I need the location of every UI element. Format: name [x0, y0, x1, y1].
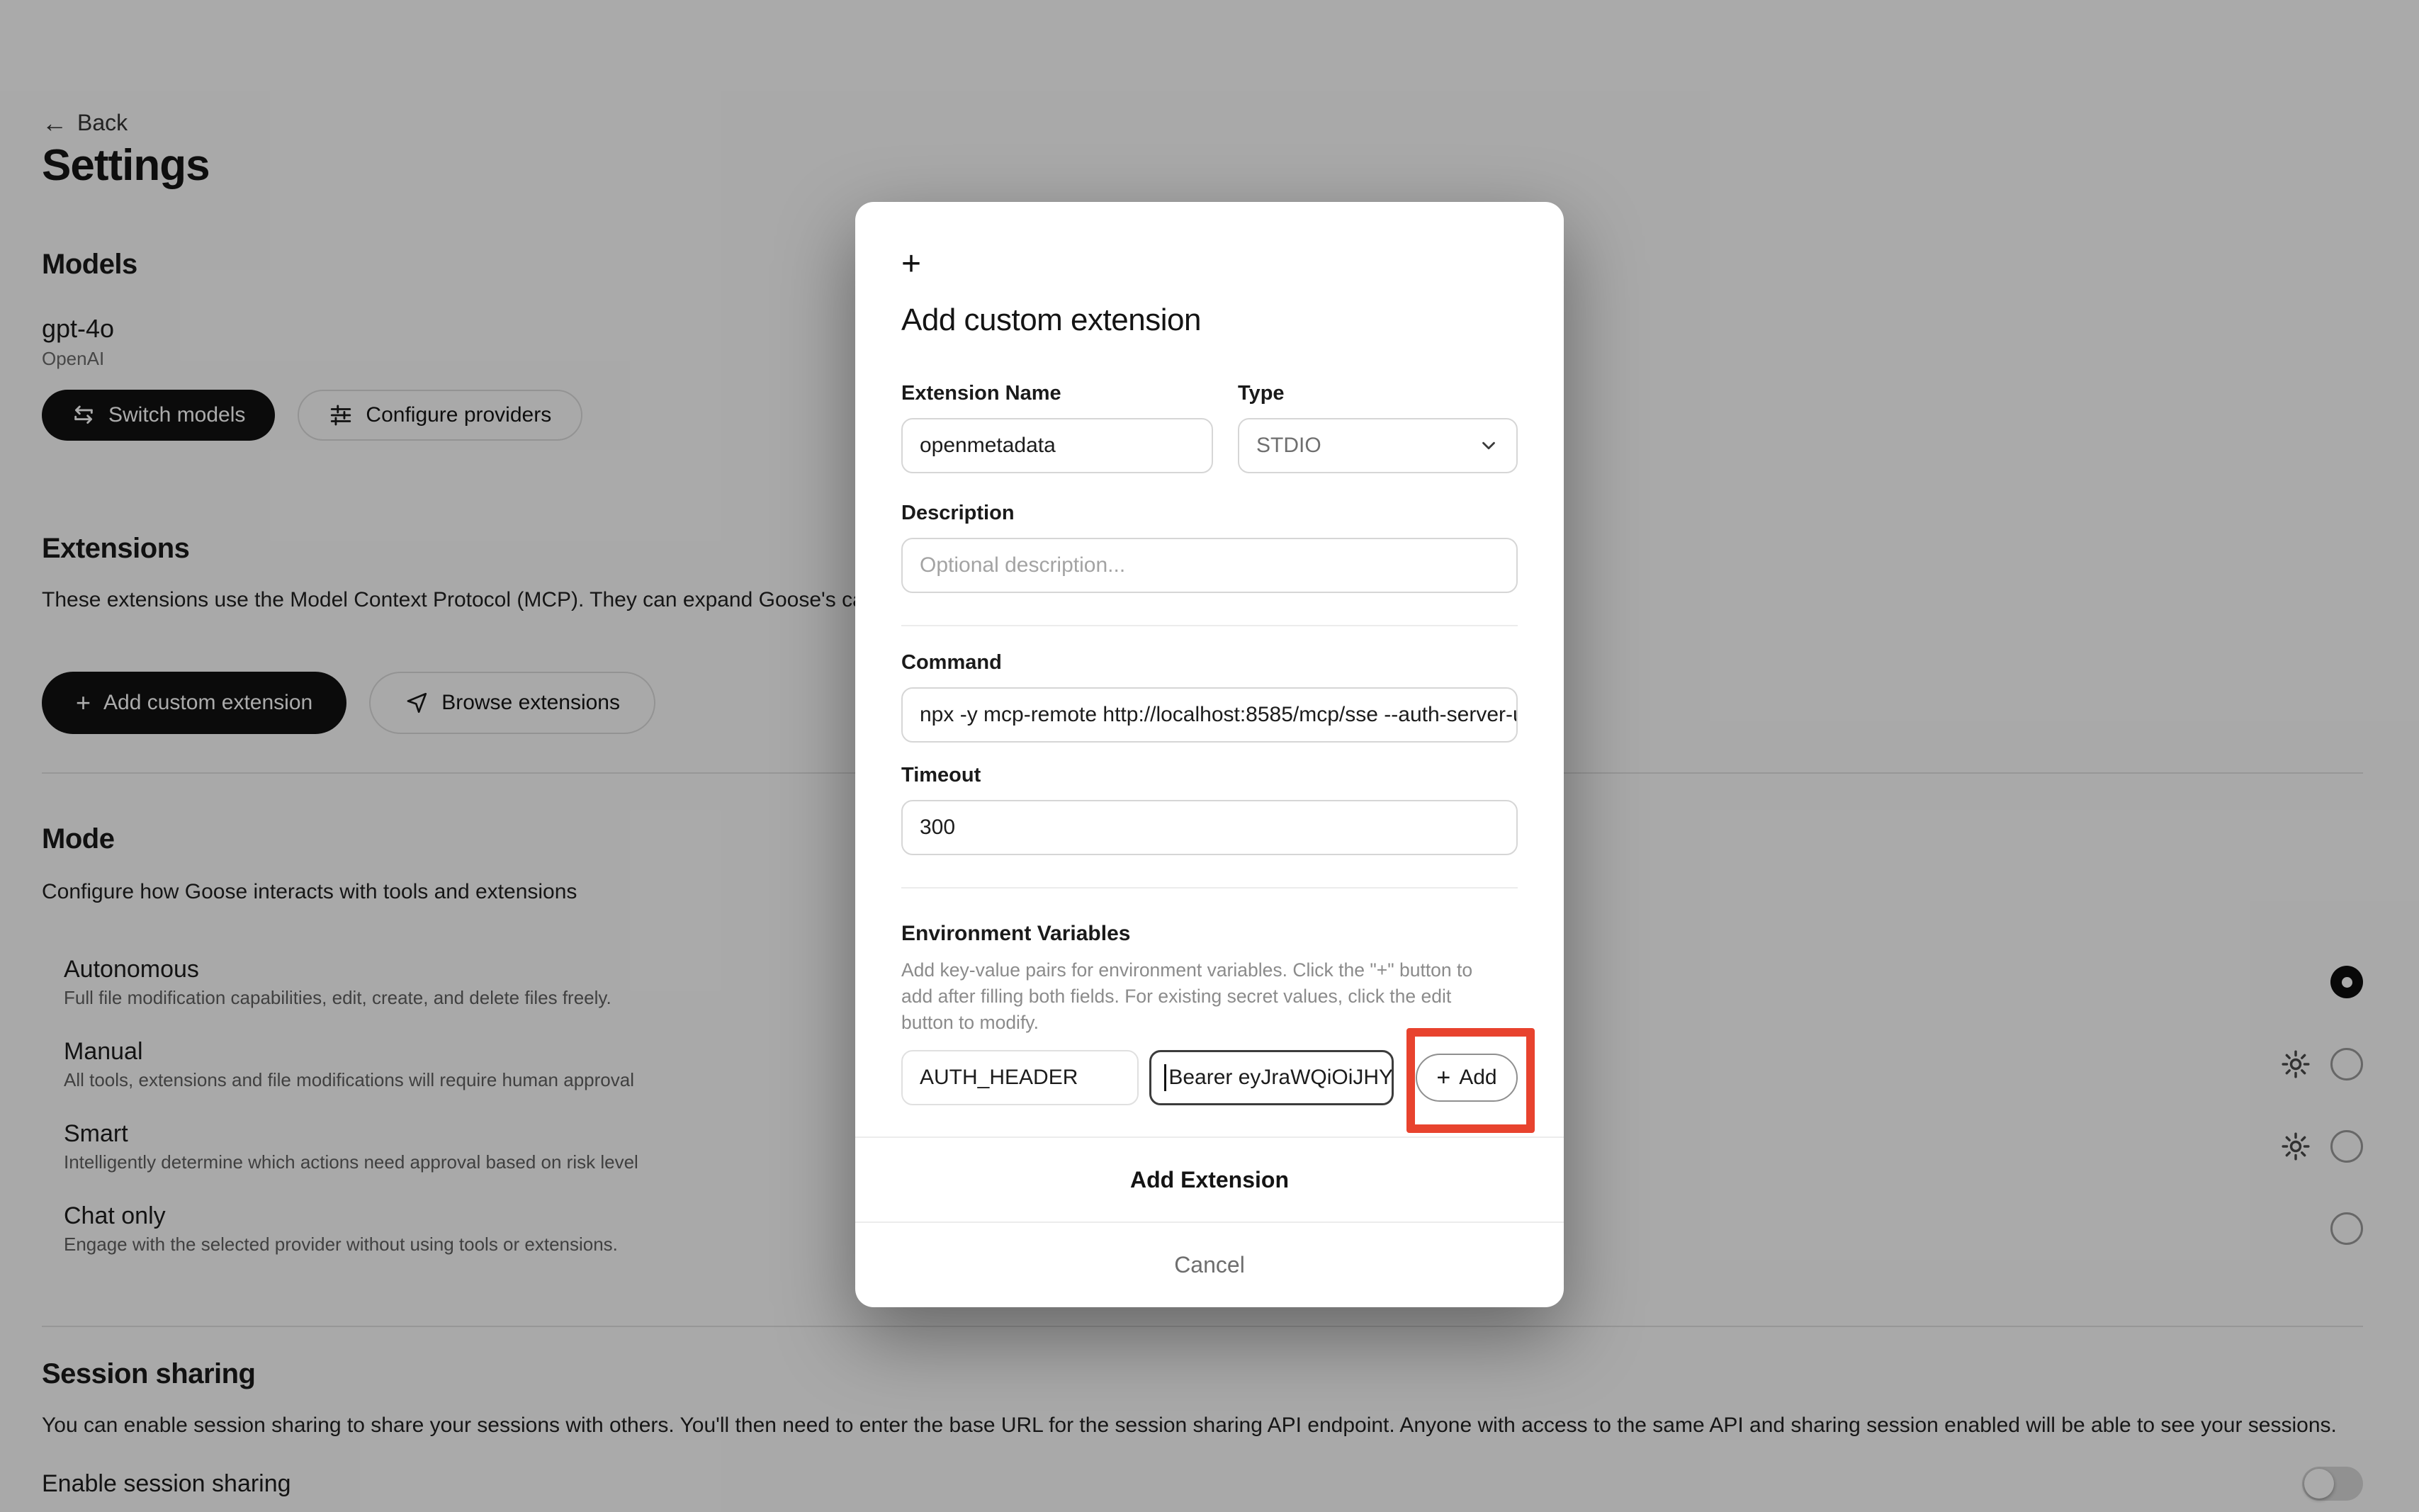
chevron-down-icon	[1478, 435, 1499, 456]
type-select[interactable]: STDIO	[1238, 418, 1518, 473]
env-key-input[interactable]: AUTH_HEADER	[901, 1050, 1139, 1105]
text-cursor	[1164, 1064, 1166, 1091]
add-extension-submit-button[interactable]: Add Extension	[855, 1136, 1564, 1222]
timeout-label: Timeout	[901, 764, 1518, 787]
description-input[interactable]: Optional description...	[901, 538, 1518, 593]
extension-name-input[interactable]: openmetadata	[901, 418, 1213, 473]
command-value: npx -y mcp-remote http://localhost:8585/…	[920, 703, 1518, 727]
timeout-value: 300	[920, 816, 955, 840]
type-label: Type	[1238, 382, 1518, 405]
modal-divider	[901, 625, 1518, 626]
add-custom-extension-modal: + Add custom extension Extension Name op…	[855, 202, 1564, 1307]
modal-divider	[901, 887, 1518, 888]
env-value-input[interactable]: Bearer eyJraWQiOiJHYjI	[1149, 1050, 1394, 1105]
env-key-value: AUTH_HEADER	[920, 1066, 1078, 1090]
timeout-input[interactable]: 300	[901, 800, 1518, 855]
env-add-label: Add	[1459, 1066, 1496, 1090]
description-placeholder: Optional description...	[920, 553, 1125, 577]
environment-variables-helper: Add key-value pairs for environment vari…	[901, 957, 1500, 1036]
env-value-value: Bearer eyJraWQiOiJHYjI	[1168, 1066, 1394, 1090]
description-label: Description	[901, 502, 1518, 525]
extension-name-value: openmetadata	[920, 434, 1056, 458]
env-add-button[interactable]: + Add	[1416, 1054, 1518, 1102]
extension-name-label: Extension Name	[901, 382, 1213, 405]
command-input[interactable]: npx -y mcp-remote http://localhost:8585/…	[901, 687, 1518, 743]
type-selected-value: STDIO	[1256, 434, 1321, 458]
command-label: Command	[901, 651, 1518, 675]
cancel-button[interactable]: Cancel	[855, 1222, 1564, 1307]
environment-variables-heading: Environment Variables	[901, 922, 1518, 946]
plus-icon: +	[1436, 1064, 1450, 1092]
modal-plus-icon: +	[901, 247, 1518, 281]
modal-title: Add custom extension	[901, 303, 1518, 338]
